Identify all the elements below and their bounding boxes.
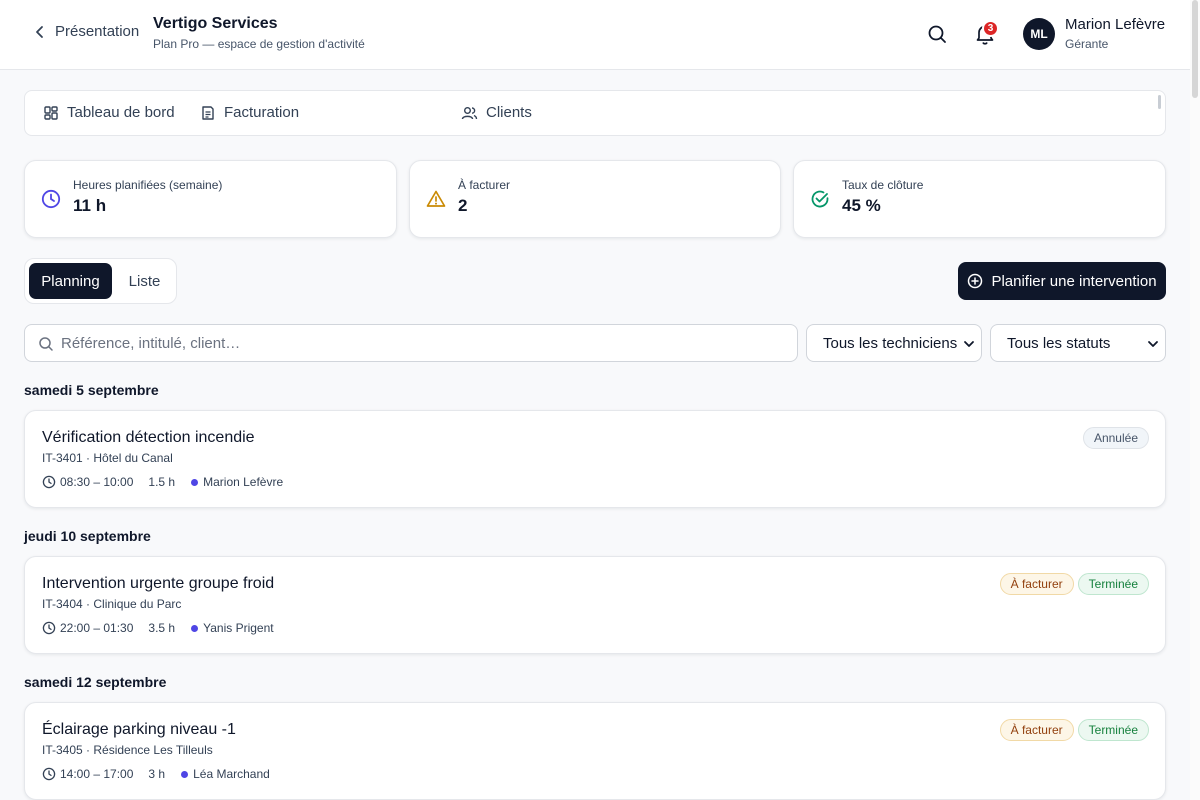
stat-card-closure-rate: Taux de clôture 45 %: [793, 160, 1166, 238]
technician-filter[interactable]: Tous les techniciens: [806, 324, 982, 362]
user-menu[interactable]: Marion Lefèvre Gérante: [1065, 16, 1165, 51]
intervention-duration: 3.5 h: [148, 621, 176, 635]
plan-subtitle: Plan Pro — espace de gestion d'activité: [153, 37, 365, 51]
app-header: Présentation Vertigo Services Plan Pro —…: [0, 0, 1190, 70]
search-icon: [39, 337, 53, 351]
technician-dot: [191, 478, 199, 486]
view-list-button[interactable]: Liste: [116, 263, 173, 299]
user-name: Marion Lefèvre: [1065, 16, 1166, 33]
status-filter-value: Tous les statuts: [1007, 334, 1111, 352]
intervention-duration: 3 h: [148, 767, 166, 781]
back-link[interactable]: Présentation: [34, 23, 139, 40]
tabs-scrollbar[interactable]: [1158, 95, 1161, 109]
intervention-technician: Léa Marchand: [193, 767, 270, 781]
main-tabs: Tableau de bord Facturation Clients: [24, 90, 1166, 136]
day-heading: jeudi 10 septembre: [24, 528, 151, 544]
tab-clients[interactable]: Clients: [461, 104, 532, 121]
stat-label: À facturer: [458, 178, 511, 192]
view-planning-button[interactable]: Planning: [29, 263, 112, 299]
user-role: Gérante: [1065, 37, 1109, 51]
intervention-meta: 14:00 – 17:00 3 h Léa Marchand: [42, 767, 270, 781]
users-icon: [461, 106, 478, 119]
view-toggle: Planning Liste: [24, 258, 177, 304]
search-box: [24, 324, 798, 362]
intervention-reference: IT-3404 · Clinique du Parc: [42, 597, 182, 611]
tab-label: Clients: [486, 104, 532, 121]
stat-value: 2: [458, 196, 468, 215]
intervention-card[interactable]: Intervention urgente groupe froid IT-340…: [24, 556, 1166, 654]
back-link-label: Présentation: [55, 23, 140, 40]
intervention-technician: Marion Lefèvre: [203, 475, 284, 489]
status-badges: À facturer Terminée: [999, 719, 1149, 741]
clock-icon: [42, 767, 56, 781]
clock-icon: [41, 189, 61, 209]
intervention-card[interactable]: Éclairage parking niveau -1 IT-3405 · Ré…: [24, 702, 1166, 800]
intervention-meta: 22:00 – 01:30 3.5 h Yanis Prigent: [42, 621, 274, 635]
intervention-reference: IT-3405 · Résidence Les Tilleuls: [42, 743, 213, 757]
status-badges: À facturer Terminée: [999, 573, 1149, 595]
search-button[interactable]: [927, 23, 947, 50]
intervention-card[interactable]: Vérification détection incendie IT-3401 …: [24, 410, 1166, 508]
day-heading: samedi 12 septembre: [24, 674, 167, 690]
technician-dot: [181, 770, 189, 778]
invoice-badge: À facturer: [999, 573, 1074, 595]
chevron-left-icon: [36, 25, 43, 38]
search-icon: [928, 25, 946, 43]
intervention-title: Vérification détection incendie: [42, 429, 255, 446]
page-scrollbar[interactable]: [1190, 0, 1200, 800]
tab-label: Tableau de bord: [67, 104, 175, 121]
stat-card-to-invoice: À facturer 2: [409, 160, 781, 238]
stat-value: 45 %: [842, 196, 881, 215]
brand: Vertigo Services Plan Pro — espace de ge…: [153, 15, 365, 51]
intervention-meta: 08:30 – 10:00 1.5 h Marion Lefèvre: [42, 475, 283, 489]
intervention-reference: IT-3401 · Hôtel du Canal: [42, 451, 173, 465]
status-badges: Annulée: [1082, 427, 1149, 449]
technician-dot: [191, 624, 199, 632]
status-filter[interactable]: Tous les statuts: [990, 324, 1166, 362]
chevron-down-icon: [964, 341, 974, 347]
technician-filter-value: Tous les techniciens: [823, 334, 958, 352]
clock-icon: [42, 475, 56, 489]
scrollbar-thumb[interactable]: [1192, 0, 1198, 98]
intervention-title: Éclairage parking niveau -1: [42, 721, 236, 738]
intervention-duration: 1.5 h: [148, 475, 176, 489]
notification-count-badge: 3: [982, 20, 999, 37]
intervention-time: 08:30 – 10:00: [60, 475, 134, 489]
intervention-time: 14:00 – 17:00: [60, 767, 134, 781]
tab-facturation[interactable]: Facturation: [200, 104, 299, 121]
chevron-down-icon: [1148, 341, 1158, 347]
invoice-badge: À facturer: [999, 719, 1074, 741]
day-heading: samedi 5 septembre: [24, 382, 159, 398]
intervention-title: Intervention urgente groupe froid: [42, 575, 275, 592]
intervention-technician: Yanis Prigent: [203, 621, 274, 635]
stat-label: Taux de clôture: [842, 178, 924, 192]
status-badge: Terminée: [1077, 719, 1149, 741]
intervention-time: 22:00 – 01:30: [60, 621, 134, 635]
plan-intervention-label: Planifier une intervention: [991, 272, 1157, 290]
tab-tableau-de-bord[interactable]: Tableau de bord: [43, 104, 175, 121]
status-badge: Annulée: [1082, 427, 1149, 449]
company-name: Vertigo Services: [153, 15, 278, 32]
check-circle-icon: [811, 190, 829, 208]
plan-intervention-button[interactable]: Planifier une intervention: [958, 262, 1166, 300]
status-badge: Terminée: [1077, 573, 1149, 595]
stat-card-hours: Heures planifiées (semaine) 11 h: [24, 160, 397, 238]
avatar[interactable]: ML: [1023, 18, 1055, 50]
warning-icon: [426, 190, 446, 207]
stat-label: Heures planifiées (semaine): [73, 178, 223, 192]
clock-icon: [42, 621, 56, 635]
tab-label: Facturation: [224, 104, 300, 121]
invoice-icon: [202, 105, 214, 120]
plus-circle-icon: [968, 273, 983, 289]
stat-value: 11 h: [73, 196, 107, 215]
dashboard-icon: [44, 105, 58, 120]
search-input[interactable]: [61, 325, 781, 361]
